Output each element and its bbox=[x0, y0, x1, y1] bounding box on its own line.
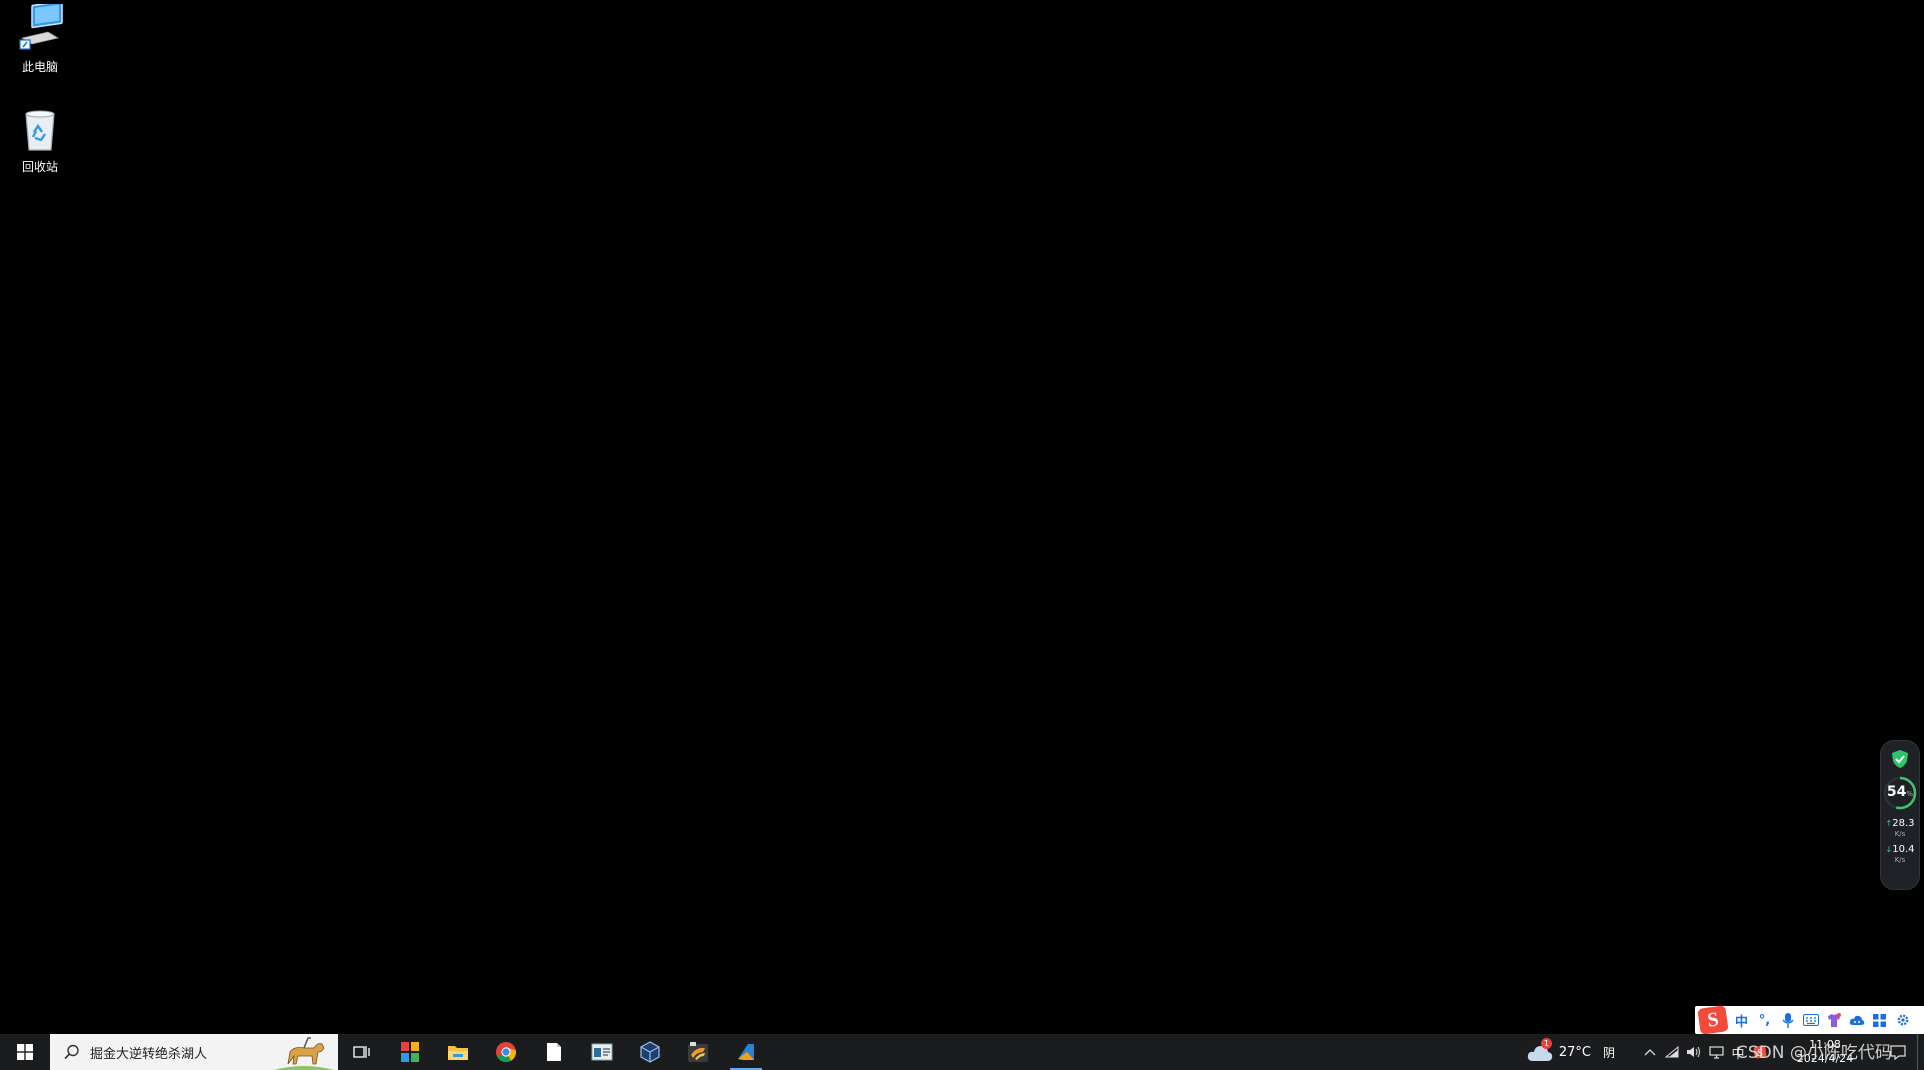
temperature-text: 27°C bbox=[1558, 1044, 1591, 1060]
show-hidden-icons-button[interactable] bbox=[1639, 1034, 1661, 1070]
apps-icon[interactable] bbox=[1871, 1012, 1888, 1029]
search-icon bbox=[64, 1044, 79, 1060]
taskbar-visual-studio[interactable] bbox=[722, 1034, 770, 1070]
taskbar: 掘金大逆转绝杀湖人 1 27°C 阴 中 S 11:08 2024/4/24 bbox=[0, 1034, 1924, 1070]
usage-value: 54 bbox=[1886, 784, 1907, 800]
sogou-tray-button[interactable]: S bbox=[1749, 1034, 1771, 1070]
desktop[interactable]: 此电脑 回收站 bbox=[0, 0, 1924, 1034]
recycle-bin-icon bbox=[14, 104, 66, 156]
search-placeholder: 掘金大逆转绝杀湖人 bbox=[90, 1046, 208, 1062]
shield-icon bbox=[1890, 749, 1910, 769]
system-monitor-widget[interactable]: 54% ↑28.3 K/s ↓10.4 K/s bbox=[1880, 740, 1920, 890]
usage-gauge: 54% bbox=[1882, 775, 1918, 811]
task-view-icon bbox=[353, 1046, 370, 1058]
ime-toolbar[interactable]: S 中 °, bbox=[1695, 1005, 1924, 1035]
download-value: 10.4 bbox=[1892, 844, 1915, 855]
settings-icon[interactable] bbox=[1894, 1012, 1911, 1029]
notepad-icon bbox=[547, 1043, 561, 1061]
taskbar-app-grid[interactable] bbox=[386, 1034, 434, 1070]
taskbar-virtualbox[interactable] bbox=[626, 1034, 674, 1070]
display-button[interactable] bbox=[1705, 1034, 1727, 1070]
weather-condition: 阴 bbox=[1602, 1045, 1615, 1060]
show-desktop-button[interactable] bbox=[1917, 1034, 1924, 1070]
desktop-icon-label: 回收站 bbox=[21, 160, 58, 174]
guide-dog-illustration-icon bbox=[274, 1037, 334, 1070]
monitor-icon bbox=[1708, 1045, 1724, 1059]
taskbar-sublime[interactable] bbox=[674, 1034, 722, 1070]
upload-value: 28.3 bbox=[1892, 818, 1915, 829]
start-button[interactable] bbox=[0, 1034, 50, 1070]
download-unit: K/s bbox=[1894, 856, 1906, 864]
svg-text:S: S bbox=[1757, 1048, 1763, 1059]
speaker-icon bbox=[1687, 1046, 1700, 1058]
desktop-icon-recycle-bin[interactable]: 回收站 bbox=[0, 104, 80, 175]
chrome-icon bbox=[496, 1042, 517, 1063]
skin-icon[interactable] bbox=[1825, 1012, 1842, 1029]
app-grid-icon bbox=[401, 1042, 419, 1062]
notification-icon bbox=[1890, 1044, 1906, 1060]
cloud-icon[interactable] bbox=[1848, 1012, 1865, 1029]
system-tray: 1 27°C 阴 中 S 11:08 2024/4/24 bbox=[1527, 1034, 1924, 1070]
sublime-icon bbox=[688, 1042, 708, 1062]
sogou-logo-icon[interactable]: S bbox=[1697, 1005, 1729, 1035]
clock-date: 2024/4/24 bbox=[1796, 1052, 1854, 1065]
terminal-icon bbox=[591, 1043, 613, 1061]
keyboard-icon[interactable] bbox=[1802, 1012, 1819, 1029]
wifi-icon bbox=[1665, 1046, 1679, 1058]
taskbar-notepad[interactable] bbox=[530, 1034, 578, 1070]
computer-icon bbox=[14, 0, 66, 56]
taskbar-chrome[interactable] bbox=[482, 1034, 530, 1070]
desktop-icon-label: 此电脑 bbox=[21, 60, 58, 74]
sogou-tray-icon: S bbox=[1753, 1045, 1767, 1059]
visual-studio-icon bbox=[738, 1044, 754, 1060]
volume-button[interactable] bbox=[1683, 1034, 1705, 1070]
chevron-up-icon bbox=[1644, 1049, 1656, 1056]
taskbar-file-explorer[interactable] bbox=[434, 1034, 482, 1070]
punctuation-icon[interactable]: °, bbox=[1756, 1012, 1773, 1029]
taskbar-clock[interactable]: 11:08 2024/4/24 bbox=[1777, 1038, 1873, 1066]
upload-unit: K/s bbox=[1894, 830, 1906, 838]
file-explorer-icon bbox=[448, 1046, 468, 1060]
network-button[interactable] bbox=[1661, 1034, 1683, 1070]
usage-unit: % bbox=[1906, 790, 1914, 798]
taskbar-terminal[interactable] bbox=[578, 1034, 626, 1070]
windows-logo-icon bbox=[17, 1044, 33, 1060]
upload-speed: ↑28.3 K/s bbox=[1881, 819, 1919, 839]
ime-mode-button[interactable]: 中 bbox=[1733, 1012, 1750, 1030]
input-method-indicator[interactable]: 中 bbox=[1727, 1034, 1749, 1070]
weather-alert-badge: 1 bbox=[1540, 1038, 1552, 1049]
action-center-button[interactable] bbox=[1879, 1034, 1917, 1070]
download-speed: ↓10.4 K/s bbox=[1881, 845, 1919, 865]
microphone-icon[interactable] bbox=[1779, 1012, 1796, 1029]
task-view-button[interactable] bbox=[338, 1034, 386, 1070]
virtualbox-icon bbox=[640, 1041, 660, 1063]
weather-widget[interactable]: 1 27°C 阴 bbox=[1527, 1038, 1615, 1062]
desktop-icon-this-pc[interactable]: 此电脑 bbox=[0, 0, 80, 75]
clock-time: 11:08 bbox=[1809, 1038, 1841, 1051]
taskbar-search-box[interactable]: 掘金大逆转绝杀湖人 bbox=[50, 1034, 338, 1070]
